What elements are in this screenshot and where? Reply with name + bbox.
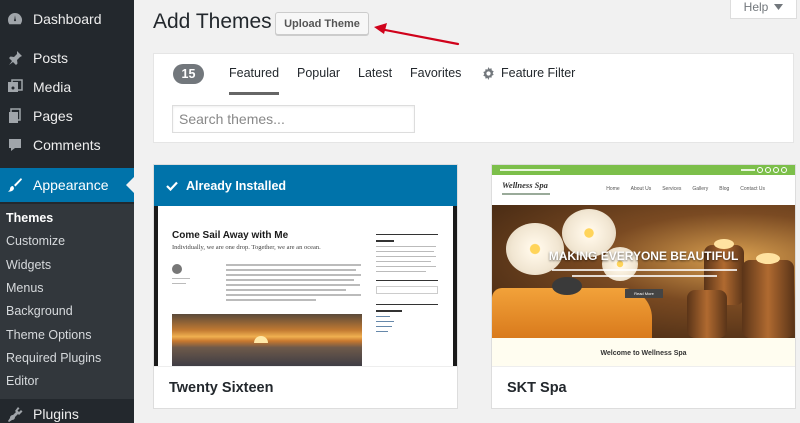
- tab-favorites[interactable]: Favorites: [410, 66, 461, 80]
- theme-filter-bar: 15 Featured Popular Latest Favorites Fea…: [153, 53, 794, 143]
- sidebar-item-label: Posts: [33, 50, 69, 66]
- pin-icon: [6, 49, 24, 67]
- annotation-arrow-icon: [374, 23, 460, 46]
- chevron-down-icon: [774, 4, 784, 10]
- sidebar-item-label: Dashboard: [33, 11, 102, 27]
- preview-topbar: [492, 165, 795, 175]
- admin-sidebar: Dashboard Posts Media Pages Comments App…: [0, 0, 134, 423]
- page-title: Add Themes: [153, 10, 272, 33]
- already-installed-notice: Already Installed: [154, 165, 457, 206]
- theme-card-twenty-sixteen[interactable]: Already Installed Come Sail Away with Me…: [153, 164, 458, 409]
- submenu-item-themes[interactable]: Themes: [6, 211, 53, 225]
- preview-post-title: Come Sail Away with Me: [172, 230, 289, 241]
- theme-screenshot[interactable]: Already Installed Come Sail Away with Me…: [154, 165, 457, 368]
- tab-featured[interactable]: Featured: [229, 66, 280, 95]
- tab-popular[interactable]: Popular: [297, 66, 340, 80]
- feature-filter-button[interactable]: Feature Filter: [482, 66, 575, 80]
- feature-filter-label: Feature Filter: [501, 66, 576, 80]
- sidebar-item-label: Media: [33, 79, 72, 95]
- submenu-item-editor[interactable]: Editor: [6, 374, 39, 388]
- gear-icon: [483, 66, 494, 80]
- preview-hero-image: MAKING EVERYONE BEAUTIFUL Read More: [492, 205, 795, 338]
- appearance-submenu: Themes Customize Widgets Menus Backgroun…: [0, 204, 134, 399]
- plugin-icon: [6, 405, 24, 423]
- submenu-item-background[interactable]: Background: [6, 304, 73, 318]
- preview-welcome: Welcome to Wellness Spa: [492, 338, 795, 368]
- help-label: Help: [743, 0, 769, 14]
- theme-name: Twenty Sixteen: [154, 366, 457, 408]
- upload-theme-button[interactable]: Upload Theme: [275, 12, 369, 35]
- pages-icon: [6, 107, 24, 125]
- sidebar-item-comments[interactable]: Comments: [0, 128, 134, 162]
- media-icon: [6, 78, 24, 96]
- theme-count-badge: 15: [173, 64, 204, 84]
- preview-headline: MAKING EVERYONE BEAUTIFUL: [548, 249, 739, 263]
- submenu-item-theme-options[interactable]: Theme Options: [6, 328, 91, 342]
- tab-latest[interactable]: Latest: [358, 66, 392, 80]
- sidebar-item-appearance[interactable]: Appearance: [0, 168, 134, 202]
- preview-header: Wellness Spa Home About Us Services Gall…: [492, 175, 795, 205]
- checkmark-icon: [166, 181, 178, 191]
- sidebar-item-label: Appearance: [33, 177, 109, 193]
- preview-nav: Home About Us Services Gallery Blog Cont…: [606, 186, 765, 192]
- preview-logo: Wellness Spa: [502, 180, 548, 190]
- sidebar-item-label: Comments: [33, 137, 101, 153]
- sidebar-item-plugins[interactable]: Plugins: [0, 397, 134, 423]
- search-themes-input[interactable]: [172, 105, 415, 133]
- preview-read-more-button: Read More: [625, 289, 663, 298]
- sidebar-item-dashboard[interactable]: Dashboard: [0, 2, 134, 36]
- submenu-item-menus[interactable]: Menus: [6, 281, 44, 295]
- installed-label: Already Installed: [186, 178, 287, 193]
- sidebar-item-label: Plugins: [33, 406, 79, 422]
- submenu-item-required-plugins[interactable]: Required Plugins: [6, 351, 101, 365]
- preview-post-subtitle: Individually, we are one drop. Together,…: [172, 244, 321, 251]
- submenu-item-customize[interactable]: Customize: [6, 234, 65, 248]
- dashboard-icon: [6, 10, 24, 28]
- help-tab-button[interactable]: Help: [730, 0, 797, 19]
- submenu-item-widgets[interactable]: Widgets: [6, 258, 51, 272]
- sidebar-item-label: Pages: [33, 108, 73, 124]
- comment-icon: [6, 136, 24, 154]
- brush-icon: [6, 176, 24, 194]
- twenty-sixteen-preview: Come Sail Away with Me Individually, we …: [154, 206, 457, 368]
- theme-screenshot[interactable]: Wellness Spa Home About Us Services Gall…: [492, 165, 795, 368]
- theme-card-skt-spa[interactable]: Wellness Spa Home About Us Services Gall…: [491, 164, 796, 409]
- theme-name: SKT Spa: [492, 366, 795, 408]
